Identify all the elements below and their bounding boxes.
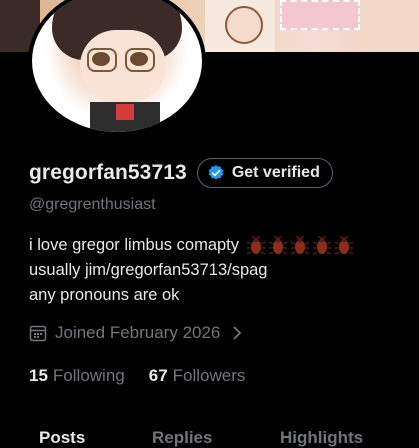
banner-art bbox=[225, 6, 263, 44]
bio-line: usually jim/gregorfan53713/spag bbox=[29, 261, 268, 279]
bio-emoji-row bbox=[247, 235, 354, 256]
avatar[interactable] bbox=[28, 0, 206, 136]
cockroach-icon bbox=[313, 235, 332, 254]
get-verified-label: Get verified bbox=[231, 164, 320, 181]
profile-bio: i love gregor limbus comapty usually jim… bbox=[29, 233, 354, 308]
bio-text: i love gregor limbus comapty bbox=[29, 236, 240, 254]
following-link[interactable]: 15 Following bbox=[29, 366, 125, 386]
cockroach-icon bbox=[269, 235, 288, 254]
get-verified-button[interactable]: Get verified bbox=[196, 158, 333, 188]
calendar-icon bbox=[29, 325, 47, 342]
following-label: Following bbox=[52, 366, 125, 385]
bio-line: i love gregor limbus comapty bbox=[29, 233, 354, 258]
followers-link[interactable]: 67 Followers bbox=[149, 366, 246, 386]
cockroach-icon bbox=[291, 235, 310, 254]
tab-posts[interactable]: Posts bbox=[39, 428, 85, 448]
verified-badge-icon bbox=[208, 165, 224, 180]
follow-stats: 15 Following 67 Followers bbox=[29, 366, 245, 386]
tab-highlights[interactable]: Highlights bbox=[280, 428, 363, 448]
followers-count: 67 bbox=[148, 366, 168, 385]
display-name: gregorfan53713 bbox=[29, 161, 187, 184]
profile-handle: @gregrenthusiast bbox=[29, 196, 156, 213]
tab-replies[interactable]: Replies bbox=[152, 428, 212, 448]
banner-art bbox=[360, 0, 419, 52]
cockroach-icon bbox=[335, 235, 354, 254]
following-count: 15 bbox=[29, 366, 48, 385]
followers-label: Followers bbox=[172, 366, 246, 385]
profile-tabs: Posts Replies Highlights bbox=[0, 428, 419, 447]
bio-line: any pronouns are ok bbox=[29, 286, 180, 304]
joined-date[interactable]: Joined February 2026 bbox=[29, 323, 244, 343]
banner-art bbox=[280, 0, 360, 30]
joined-text: Joined February 2026 bbox=[55, 323, 221, 342]
cockroach-icon bbox=[247, 235, 266, 254]
avatar-image bbox=[32, 0, 202, 132]
chevron-right-icon bbox=[233, 326, 242, 340]
name-row: gregorfan53713 Get verified bbox=[29, 158, 333, 188]
